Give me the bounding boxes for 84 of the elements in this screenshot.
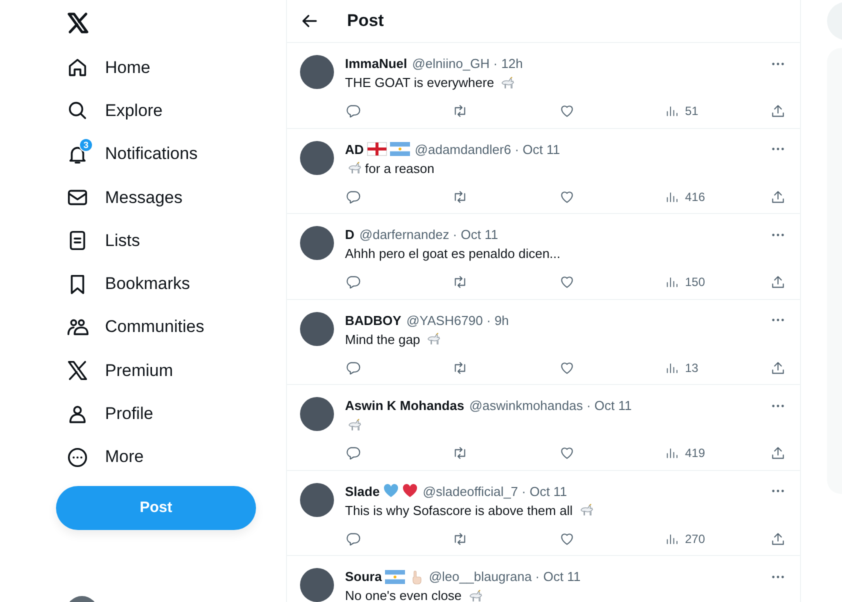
- reply-icon[interactable]: [345, 188, 361, 204]
- reply-icon[interactable]: [345, 530, 361, 546]
- views-button[interactable]: 270: [665, 532, 770, 546]
- views-button[interactable]: 150: [665, 275, 770, 289]
- nav-item[interactable]: Communities: [56, 306, 214, 350]
- reply-icon[interactable]: [345, 103, 361, 119]
- nav-item[interactable]: Home: [56, 46, 160, 90]
- repost-icon[interactable]: [452, 360, 468, 376]
- avatar[interactable]: [300, 568, 334, 602]
- handle-and-time: @sladeofficial_7 · Oct 11: [422, 484, 567, 498]
- repost-icon[interactable]: [452, 188, 468, 204]
- repost-icon[interactable]: [452, 274, 468, 290]
- nav-item[interactable]: Explore: [56, 89, 173, 133]
- handle-and-time: @aswinkmohandas · Oct 11: [469, 398, 632, 413]
- heart-icon[interactable]: [559, 274, 575, 290]
- tweet-text: No one's even close: [345, 588, 462, 602]
- reply-icon[interactable]: [345, 274, 361, 290]
- avatar[interactable]: [300, 312, 334, 346]
- views-button[interactable]: 13: [665, 360, 770, 374]
- user-name[interactable]: D: [345, 227, 354, 242]
- x-logo-icon: [66, 359, 89, 382]
- reply-icon[interactable]: [345, 360, 361, 376]
- bar-chart-icon: [665, 104, 679, 118]
- views-button[interactable]: 51: [665, 104, 770, 118]
- heart-icon: [402, 483, 418, 499]
- argentina-flag-icon: [384, 570, 405, 584]
- nav-item[interactable]: Bookmarks: [56, 262, 200, 306]
- nav-item[interactable]: More: [56, 436, 154, 479]
- views-button[interactable]: 416: [665, 190, 770, 204]
- argentina-flag-icon: [390, 142, 410, 156]
- handle-and-time: @darfernandez · Oct 11: [359, 227, 498, 242]
- avatar[interactable]: [300, 482, 334, 516]
- bar-chart-icon: [665, 446, 679, 460]
- user-name[interactable]: AD: [345, 142, 364, 156]
- heart-icon[interactable]: [559, 530, 575, 546]
- x-logo-icon[interactable]: [66, 11, 90, 35]
- repost-icon[interactable]: [452, 530, 468, 546]
- share-icon[interactable]: [770, 360, 786, 376]
- nav-item[interactable]: 3 Notifications: [56, 132, 208, 176]
- tweet-text: THE GOAT is everywhere: [345, 75, 494, 90]
- tweet-text: Mind the gap: [345, 332, 420, 346]
- user-name[interactable]: BADBOY: [345, 312, 402, 328]
- page-title: Post: [347, 11, 384, 31]
- nav-item[interactable]: Premium: [56, 349, 184, 392]
- nav-item[interactable]: Messages: [56, 176, 192, 220]
- reply-icon[interactable]: [345, 445, 361, 461]
- avatar[interactable]: [300, 55, 334, 89]
- nav-item[interactable]: Profile: [56, 392, 164, 436]
- views-button[interactable]: 419: [665, 446, 770, 460]
- heart-icon[interactable]: [559, 360, 575, 376]
- heart-icon[interactable]: [559, 188, 575, 204]
- tweet-text: This is why Sofascore is above them all: [345, 502, 573, 518]
- avatar[interactable]: [300, 140, 334, 174]
- user-name[interactable]: ImmaNuel: [345, 56, 408, 71]
- avatar[interactable]: [300, 397, 334, 431]
- tweet-text: for a reason: [365, 160, 434, 176]
- share-icon[interactable]: [770, 188, 786, 204]
- handle-and-time: @YASH6790 · 9h: [406, 312, 509, 328]
- repost-icon[interactable]: [452, 103, 468, 119]
- share-icon[interactable]: [770, 530, 786, 546]
- tweet-text: Ahhh pero el goat es penaldo dicen...: [345, 246, 560, 261]
- user-name[interactable]: Slade: [345, 484, 380, 498]
- heart-icon[interactable]: [559, 103, 575, 119]
- bar-chart-icon: [665, 190, 679, 204]
- handle-and-time: @leo__blaugrana · Oct 11: [428, 569, 581, 584]
- notification-badge: 3: [79, 138, 93, 152]
- heart-icon: [382, 483, 399, 499]
- user-name[interactable]: Aswin K Mohandas: [345, 398, 464, 413]
- share-icon[interactable]: [770, 274, 786, 290]
- avatar[interactable]: [300, 226, 334, 260]
- share-icon[interactable]: [770, 103, 786, 119]
- more-circle-icon: [66, 446, 89, 469]
- bar-chart-icon: [665, 275, 679, 289]
- handle-and-time: @elniino_GH · 12h: [412, 56, 523, 71]
- share-icon[interactable]: [770, 445, 786, 461]
- back-arrow-icon[interactable]: [301, 12, 319, 30]
- england-flag-icon: [366, 142, 387, 156]
- bar-chart-icon: [665, 360, 679, 374]
- nav-item[interactable]: Lists: [56, 219, 150, 262]
- user-name[interactable]: Soura: [345, 569, 382, 584]
- repost-icon[interactable]: [452, 445, 468, 461]
- bar-chart-icon: [665, 532, 679, 546]
- heart-icon[interactable]: [559, 445, 575, 461]
- handle-and-time: @adamdandler6 · Oct 11: [414, 142, 560, 156]
